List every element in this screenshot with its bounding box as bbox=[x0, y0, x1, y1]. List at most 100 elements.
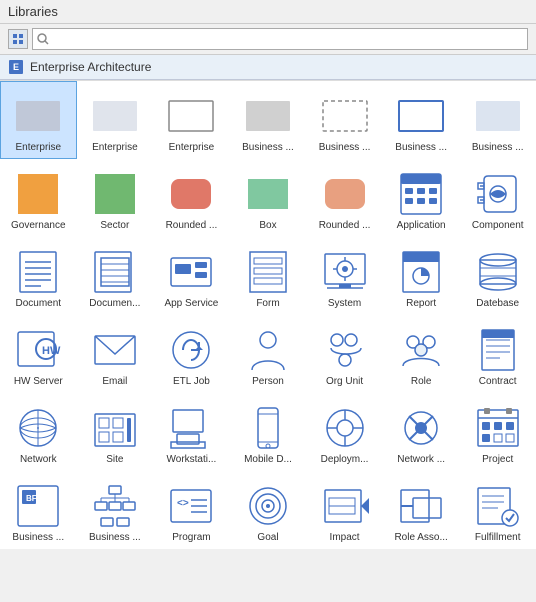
grid-item-network[interactable]: Network bbox=[0, 393, 77, 471]
enterprise3-icon bbox=[167, 92, 215, 140]
grid-item-role[interactable]: Role bbox=[383, 315, 460, 393]
search-input[interactable] bbox=[53, 33, 523, 45]
grid-item-database[interactable]: Datebase bbox=[459, 237, 536, 315]
grid-item-program[interactable]: <> Program bbox=[153, 471, 230, 549]
grid-item-documentum[interactable]: Documen... bbox=[77, 237, 154, 315]
grid-item-deployment[interactable]: Deploym... bbox=[306, 393, 383, 471]
grid-item-workstation[interactable]: Workstati... bbox=[153, 393, 230, 471]
grid-item-sector[interactable]: Sector bbox=[77, 159, 154, 237]
application-icon bbox=[397, 170, 445, 218]
etljob-icon bbox=[167, 326, 215, 374]
enterprise-architecture-icon: E bbox=[8, 59, 24, 75]
roleasso-icon bbox=[397, 482, 445, 530]
hwserver-icon: HW bbox=[14, 326, 62, 374]
grid-item-system[interactable]: System bbox=[306, 237, 383, 315]
impact-label: Impact bbox=[330, 532, 360, 544]
search-bar[interactable] bbox=[32, 28, 528, 50]
orgunit-label: Org Unit bbox=[326, 376, 363, 388]
workstation-label: Workstati... bbox=[167, 454, 217, 466]
database-icon bbox=[474, 248, 522, 296]
grid-item-roleasso[interactable]: Role Asso... bbox=[383, 471, 460, 549]
site-label: Site bbox=[106, 454, 123, 466]
grid-item-business1[interactable]: Business ... bbox=[230, 81, 307, 159]
grid-item-impact[interactable]: Impact bbox=[306, 471, 383, 549]
business3-icon bbox=[397, 92, 445, 140]
document-label: Document bbox=[15, 298, 61, 310]
grid-item-fulfillment[interactable]: Fulfillment bbox=[459, 471, 536, 549]
businessfunc-icon: BF bbox=[14, 482, 62, 530]
panel-title: Libraries bbox=[8, 4, 58, 19]
dropdown-icon-area[interactable] bbox=[8, 29, 28, 49]
grid-item-networkdrive[interactable]: Network ... bbox=[383, 393, 460, 471]
networkdrive-icon bbox=[397, 404, 445, 452]
project-icon bbox=[474, 404, 522, 452]
sector-label: Sector bbox=[100, 220, 129, 232]
businessfunc-label: Business ... bbox=[12, 532, 64, 544]
box-label: Box bbox=[259, 220, 276, 232]
governance-icon bbox=[14, 170, 62, 218]
enterprise2-label: Enterprise bbox=[92, 142, 138, 154]
person-label: Person bbox=[252, 376, 284, 388]
component-icon bbox=[474, 170, 522, 218]
system-label: System bbox=[328, 298, 361, 310]
form-icon bbox=[244, 248, 292, 296]
document-icon bbox=[14, 248, 62, 296]
email-label: Email bbox=[102, 376, 127, 388]
grid-item-enterprise2[interactable]: Enterprise bbox=[77, 81, 154, 159]
contract-icon bbox=[474, 326, 522, 374]
grid-item-rounded1[interactable]: Rounded ... bbox=[153, 159, 230, 237]
governance-label: Governance bbox=[11, 220, 65, 232]
grid-item-project[interactable]: Project bbox=[459, 393, 536, 471]
report-label: Report bbox=[406, 298, 436, 310]
section-title: Enterprise Architecture bbox=[30, 60, 151, 74]
application-label: Application bbox=[397, 220, 446, 232]
enterprise1-label: Enterprise bbox=[15, 142, 61, 154]
fulfillment-label: Fulfillment bbox=[475, 532, 521, 544]
grid-item-form[interactable]: Form bbox=[230, 237, 307, 315]
goal-icon bbox=[244, 482, 292, 530]
grid-item-business3[interactable]: Business ... bbox=[383, 81, 460, 159]
business1-icon bbox=[244, 92, 292, 140]
grid-item-business4[interactable]: Business ... bbox=[459, 81, 536, 159]
grid-icon bbox=[12, 33, 24, 45]
grid-item-rounded2[interactable]: Rounded ... bbox=[306, 159, 383, 237]
svg-text:<>: <> bbox=[177, 498, 189, 509]
grid-item-person[interactable]: Person bbox=[230, 315, 307, 393]
contract-label: Contract bbox=[479, 376, 517, 388]
grid-item-etljob[interactable]: ETL Job bbox=[153, 315, 230, 393]
business4-icon bbox=[474, 92, 522, 140]
grid-item-enterprise3[interactable]: Enterprise bbox=[153, 81, 230, 159]
grid-item-appservice[interactable]: App Service bbox=[153, 237, 230, 315]
grid-item-enterprise1[interactable]: Enterprise bbox=[0, 81, 77, 159]
component-label: Component bbox=[472, 220, 524, 232]
grid-item-hwserver[interactable]: HW HW Server bbox=[0, 315, 77, 393]
email-icon bbox=[91, 326, 139, 374]
grid-item-business2[interactable]: Business ... bbox=[306, 81, 383, 159]
svg-text:E: E bbox=[13, 62, 19, 72]
appservice-icon bbox=[167, 248, 215, 296]
svg-text:HW: HW bbox=[42, 345, 61, 357]
grid-item-box[interactable]: Box bbox=[230, 159, 307, 237]
grid-item-governance[interactable]: Governance bbox=[0, 159, 77, 237]
business3-label: Business ... bbox=[395, 142, 447, 154]
grid-item-goal[interactable]: Goal bbox=[230, 471, 307, 549]
grid-item-component[interactable]: Component bbox=[459, 159, 536, 237]
businesshier-label: Business ... bbox=[89, 532, 141, 544]
svg-text:BF: BF bbox=[26, 494, 37, 503]
grid-item-contract[interactable]: Contract bbox=[459, 315, 536, 393]
grid-item-email[interactable]: Email bbox=[77, 315, 154, 393]
business4-label: Business ... bbox=[472, 142, 524, 154]
roleasso-label: Role Asso... bbox=[394, 532, 447, 544]
grid-item-document[interactable]: Document bbox=[0, 237, 77, 315]
impact-icon bbox=[321, 482, 369, 530]
business2-icon bbox=[321, 92, 369, 140]
grid-item-businessfunc[interactable]: BF Business ... bbox=[0, 471, 77, 549]
grid-item-application[interactable]: Application bbox=[383, 159, 460, 237]
grid-item-orgunit[interactable]: Org Unit bbox=[306, 315, 383, 393]
search-row bbox=[0, 24, 536, 55]
grid-item-site[interactable]: Site bbox=[77, 393, 154, 471]
grid-item-businesshier[interactable]: Business ... bbox=[77, 471, 154, 549]
grid-item-report[interactable]: Report bbox=[383, 237, 460, 315]
grid-item-mobiledrive[interactable]: Mobile D... bbox=[230, 393, 307, 471]
rounded2-icon bbox=[321, 170, 369, 218]
